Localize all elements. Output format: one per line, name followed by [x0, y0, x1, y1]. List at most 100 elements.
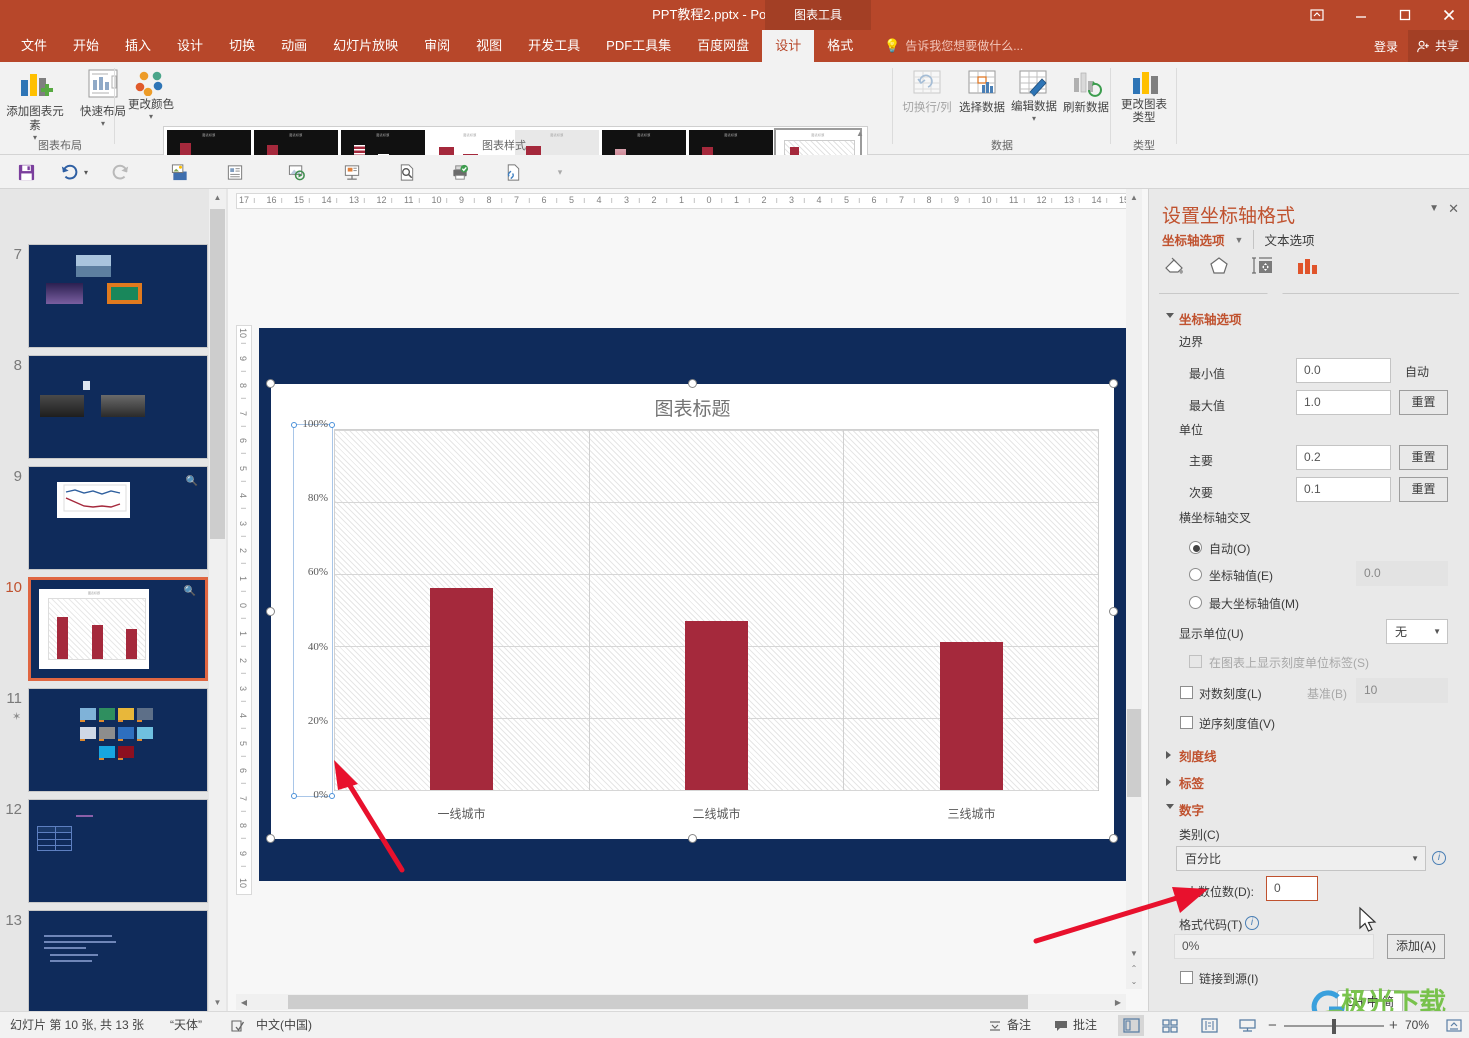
thumbnail-row-10[interactable]: 10 图表标题 🔍: [0, 577, 212, 681]
comments-button[interactable]: 批注: [1054, 1012, 1097, 1038]
select-data-button[interactable]: 选择数据: [956, 68, 1008, 123]
effects-icon[interactable]: [1206, 253, 1232, 279]
ribbon-tab-9[interactable]: 开发工具: [515, 30, 593, 62]
resize-handle-top-center[interactable]: [688, 379, 697, 388]
minimum-input[interactable]: 0.0: [1296, 358, 1391, 383]
thumbnail-row-12[interactable]: 12: [0, 799, 212, 903]
thumbnail-row-9[interactable]: 9 🔍: [0, 466, 212, 570]
log-scale-checkbox[interactable]: [1180, 686, 1193, 699]
axis-options-chart-icon[interactable]: [1294, 253, 1320, 279]
print-preview-icon[interactable]: [395, 160, 419, 184]
display-units-select[interactable]: 无 ▼: [1386, 619, 1448, 644]
zoom-out-button[interactable]: −: [1268, 1012, 1277, 1038]
minimize-button[interactable]: [1349, 3, 1373, 27]
slide-thumbnail-13[interactable]: [28, 910, 208, 1011]
slide-thumbnail-7[interactable]: [28, 244, 208, 348]
major-unit-reset-button[interactable]: 重置: [1399, 445, 1448, 470]
zoom-level-label[interactable]: 70%: [1405, 1012, 1429, 1038]
axis-selection-handle[interactable]: [329, 422, 335, 428]
resize-handle-middle-left[interactable]: [266, 607, 275, 616]
chart-category-axis[interactable]: 一线城市 二线城市 三线城市: [334, 805, 1099, 825]
spell-check-icon[interactable]: [224, 1015, 252, 1036]
ribbon-tab-4[interactable]: 切换: [216, 30, 268, 62]
ribbon-tab-8[interactable]: 视图: [463, 30, 515, 62]
new-slide-icon[interactable]: [223, 160, 247, 184]
fill-line-icon[interactable]: [1162, 253, 1188, 279]
minor-unit-reset-button[interactable]: 重置: [1399, 477, 1448, 502]
maximum-input[interactable]: 1.0: [1296, 390, 1391, 415]
tab-text-options[interactable]: 文本选项: [1253, 230, 1314, 249]
slide-number-status[interactable]: 幻灯片 第 10 张, 共 13 张: [10, 1012, 144, 1038]
slide-vscroll-thumb[interactable]: [1127, 709, 1141, 797]
slide-canvas[interactable]: 图表标题 0% 20% 40% 60% 80% 100% 一线城市 二线城市 三线城市: [259, 328, 1128, 881]
presenter-view-icon[interactable]: [340, 160, 364, 184]
add-chart-element-button[interactable]: 添加图表元素 ▾: [4, 68, 66, 142]
chart-category-column[interactable]: [588, 430, 844, 790]
pane-close-icon[interactable]: ✕: [1448, 201, 1459, 217]
chevron-down-icon[interactable]: ▾: [1032, 114, 1036, 123]
reading-view-icon[interactable]: [1196, 1015, 1222, 1036]
thumbnail-row-7[interactable]: 7: [0, 244, 212, 348]
resize-handle-top-left[interactable]: [266, 379, 275, 388]
language-status[interactable]: 中文(中国): [256, 1012, 312, 1038]
scroll-up-icon[interactable]: ▲: [209, 189, 226, 206]
ribbon-tab-0[interactable]: 文件: [8, 30, 60, 62]
share-button[interactable]: 共享: [1407, 30, 1469, 62]
next-slide-icon[interactable]: ⌄: [1126, 975, 1142, 988]
link-to-source-checkbox[interactable]: [1180, 971, 1193, 984]
size-properties-icon[interactable]: [1250, 253, 1276, 279]
change-chart-type-button[interactable]: 更改图表类型: [1117, 70, 1171, 125]
format-code-info-icon[interactable]: i: [1245, 916, 1259, 930]
chart-title[interactable]: 图表标题: [271, 394, 1114, 421]
notes-button[interactable]: 备注: [988, 1012, 1031, 1038]
slide-thumbnail-12[interactable]: [28, 799, 208, 903]
customize-qat-icon[interactable]: ▾: [548, 160, 572, 184]
quick-print-icon[interactable]: [448, 160, 472, 184]
crosses-automatic-label[interactable]: 自动(O): [1209, 540, 1250, 557]
undo-dropdown-icon[interactable]: ▾: [84, 168, 88, 177]
chart-bar[interactable]: [430, 588, 494, 790]
normal-view-icon[interactable]: [1118, 1015, 1144, 1036]
chart-category-column[interactable]: [335, 430, 589, 790]
ribbon-tab-1[interactable]: 开始: [60, 30, 112, 62]
major-unit-input[interactable]: 0.2: [1296, 445, 1391, 470]
add-format-button[interactable]: 添加(A): [1387, 934, 1445, 959]
edit-data-button[interactable]: 编辑数据 ▾: [1010, 68, 1058, 123]
crosses-automatic-radio[interactable]: [1189, 541, 1202, 554]
slide-vertical-scrollbar[interactable]: ▲ ▼ ⌃ ⌄: [1126, 189, 1142, 989]
axis-selection-handle[interactable]: [291, 422, 297, 428]
link-to-source-label[interactable]: 链接到源(I): [1199, 970, 1258, 987]
ribbon-tab-2[interactable]: 插入: [112, 30, 164, 62]
resize-handle-bottom-center[interactable]: [688, 834, 697, 843]
crosses-axis-value-input[interactable]: 0.0: [1356, 561, 1448, 586]
reverse-order-checkbox[interactable]: [1180, 716, 1193, 729]
labels-expand-triangle[interactable]: [1166, 778, 1171, 786]
axis-options-dropdown-icon[interactable]: ▼: [1235, 235, 1244, 245]
section-header-tick-marks[interactable]: 刻度线: [1179, 746, 1217, 765]
slide-thumbnail-8[interactable]: [28, 355, 208, 459]
chart-bar[interactable]: [939, 642, 1003, 790]
ribbon-tab-13[interactable]: 格式: [814, 30, 866, 62]
number-expand-triangle[interactable]: [1166, 804, 1174, 809]
undo-icon[interactable]: [58, 160, 82, 184]
insert-hyperlink-icon[interactable]: [501, 160, 525, 184]
crosses-maximum-radio[interactable]: [1189, 596, 1202, 609]
ribbon-tab-12[interactable]: 设计: [762, 30, 815, 62]
scroll-down-icon[interactable]: ▼: [209, 994, 226, 1011]
ribbon-tab-11[interactable]: 百度网盘: [684, 30, 762, 62]
thumbnail-row-11[interactable]: 11 ✶: [0, 688, 212, 792]
fit-to-window-icon[interactable]: [1440, 1015, 1468, 1036]
log-base-input[interactable]: 10: [1356, 678, 1448, 703]
slide-sorter-view-icon[interactable]: [1157, 1015, 1183, 1036]
section-header-labels[interactable]: 标签: [1179, 773, 1204, 792]
slide-thumbnail-11[interactable]: [28, 688, 208, 792]
tick-marks-expand-triangle[interactable]: [1166, 751, 1171, 759]
refresh-data-button[interactable]: 刷新数据: [1060, 68, 1112, 123]
theme-status[interactable]: “天体”: [170, 1012, 202, 1038]
axis-selection-handle[interactable]: [291, 793, 297, 799]
chart-plot-area[interactable]: [334, 429, 1099, 791]
crosses-maximum-label[interactable]: 最大坐标轴值(M): [1209, 595, 1299, 612]
minimum-auto-label[interactable]: 自动: [1405, 363, 1429, 380]
slideshow-view-icon[interactable]: [1234, 1015, 1260, 1036]
format-code-input[interactable]: 0%: [1174, 934, 1374, 959]
